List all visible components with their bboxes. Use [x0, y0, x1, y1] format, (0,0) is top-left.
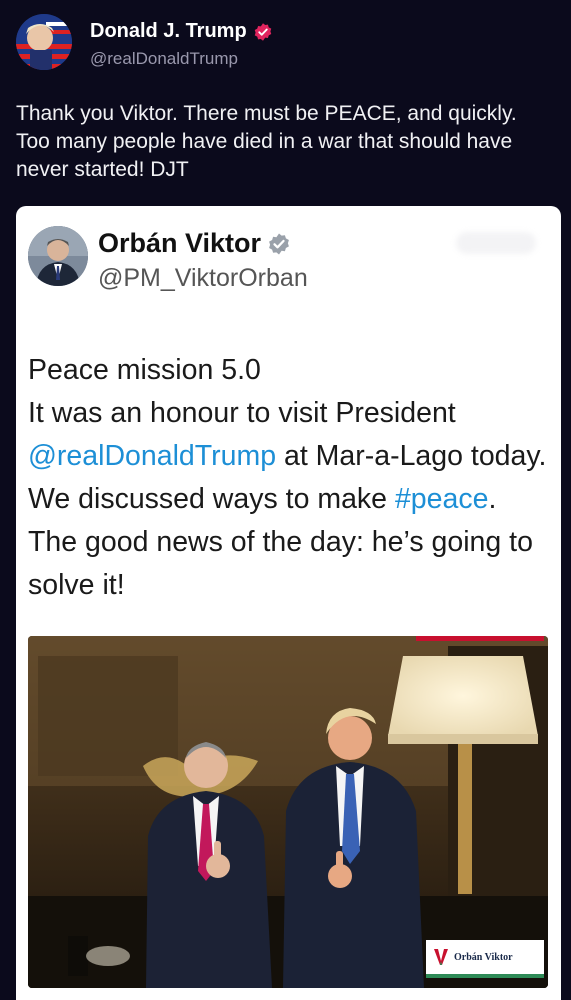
post-header: Donald J. Trump @realDonaldTrump [16, 14, 556, 74]
avatar-image [16, 14, 72, 70]
avatar[interactable] [16, 14, 72, 70]
photo-watermark-text: Orbán Viktor [454, 951, 513, 963]
verified-badge-icon [254, 22, 271, 41]
photo-accent-bar [416, 636, 544, 641]
photo-image [28, 636, 548, 988]
quoted-post-body: Peace mission 5.0 It was an honour to vi… [28, 349, 548, 607]
avatar[interactable] [28, 226, 88, 286]
post-body: Thank you Viktor. There must be PEACE, a… [16, 102, 517, 181]
quoted-author-name-text: Orbán Viktor [98, 228, 262, 258]
author-handle[interactable]: @realDonaldTrump [90, 49, 238, 69]
quoted-author-name[interactable]: Orbán Viktor [98, 228, 291, 259]
mention-link[interactable]: @realDonaldTrump [28, 440, 276, 472]
quoted-line-title: Peace mission 5.0 [28, 354, 261, 386]
quoted-author-handle[interactable]: @PM_ViktorOrban [98, 264, 308, 293]
quoted-post-card[interactable]: Orbán Viktor @PM_ViktorOrban Peace missi… [16, 206, 561, 1000]
post-photo[interactable]: Orbán Viktor [28, 636, 548, 988]
photo-watermark: Orbán Viktor [426, 940, 544, 974]
quoted-paragraph: It was an honour to visit President @rea… [28, 392, 548, 607]
photo-accent-bar-green [426, 974, 544, 978]
author-name-text: Donald J. Trump [90, 20, 247, 42]
avatar-image [28, 226, 88, 286]
logo-icon [434, 949, 448, 965]
quoted-text-1: It was an honour to visit President [28, 397, 456, 429]
hashtag-link[interactable]: #peace [395, 483, 489, 515]
blurred-element [456, 232, 536, 254]
author-name[interactable]: Donald J. Trump [90, 20, 273, 43]
verified-badge-icon [269, 233, 289, 254]
